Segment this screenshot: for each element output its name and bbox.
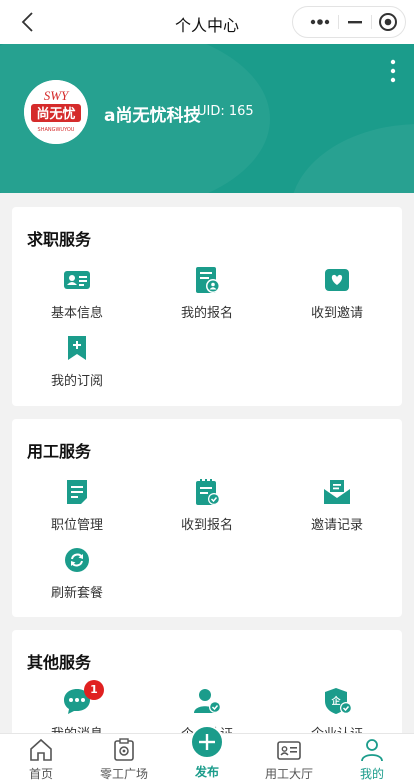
employer-item-label: 收到报名	[180, 518, 233, 533]
close-target-icon[interactable]	[373, 7, 403, 37]
clipboard-check-icon	[196, 479, 220, 505]
logo-icon: SWY 尚无忧 SHANGWUYOU	[24, 80, 88, 144]
job-item-received-invitations[interactable]: 收到邀请	[272, 265, 402, 321]
employer-item-refresh-package[interactable]: 刷新套餐	[12, 545, 142, 601]
svg-text:SHANGWUYOU: SHANGWUYOU	[38, 127, 75, 133]
job-item-label: 我的报名	[180, 306, 233, 321]
bookmark-plus-icon	[68, 336, 86, 360]
refresh-icon	[65, 548, 89, 572]
other-services-card: 其他服务 1 我的消息 个人认证 企 企业认证	[12, 630, 402, 742]
company-logo-avatar[interactable]: SWY 尚无忧 SHANGWUYOU	[24, 80, 88, 144]
person-verified-icon	[194, 689, 221, 713]
employer-services-card: 用工服务 职位管理 收到报名 邀请记录 刷新套餐	[12, 419, 402, 617]
enterprise-shield-icon: 企	[325, 688, 352, 714]
mail-tray-icon	[324, 480, 350, 504]
user-id: UID: 165	[197, 104, 254, 119]
user-name: a尚无忧科技	[104, 106, 201, 126]
home-icon	[30, 738, 52, 761]
section-title-other: 其他服务	[27, 653, 92, 672]
vertical-more-icon[interactable]	[388, 58, 398, 84]
employer-item-position-management[interactable]: 职位管理	[12, 477, 142, 533]
tab-plaza[interactable]: 零工广场	[83, 734, 165, 780]
tab-hall[interactable]: 用工大厅	[248, 734, 330, 780]
section-title-employer: 用工服务	[27, 442, 92, 461]
document-icon	[67, 480, 87, 504]
plaza-icon	[114, 738, 134, 761]
employer-item-received-applications[interactable]: 收到报名	[142, 477, 272, 533]
publish-button[interactable]	[190, 725, 224, 759]
job-services-card: 求职服务 基本信息 我的报名 收到邀请 我的订阅	[12, 207, 402, 406]
more-dots-icon[interactable]	[305, 7, 335, 37]
employer-item-label: 职位管理	[50, 518, 103, 533]
svg-text:SWY: SWY	[44, 88, 70, 103]
svg-text:尚无忧: 尚无忧	[36, 106, 75, 122]
tab-mine[interactable]: 我的	[331, 734, 413, 780]
job-item-label: 我的订阅	[50, 374, 103, 389]
job-item-label: 基本信息	[50, 306, 103, 321]
hall-icon	[277, 741, 301, 760]
unread-badge: 1	[84, 680, 104, 700]
application-icon	[196, 267, 220, 293]
minimize-icon[interactable]	[340, 7, 370, 37]
job-item-my-subscriptions[interactable]: 我的订阅	[12, 333, 142, 389]
employer-item-label: 邀请记录	[310, 518, 363, 533]
tab-home[interactable]: 首页	[0, 734, 82, 780]
job-item-label: 收到邀请	[310, 306, 363, 321]
navigation-bar: 个人中心	[0, 0, 414, 44]
user-icon	[361, 739, 383, 762]
id-card-icon	[64, 271, 90, 289]
plus-icon	[199, 734, 215, 750]
invitation-icon	[325, 269, 349, 291]
job-item-basic-info[interactable]: 基本信息	[12, 265, 142, 321]
employer-item-label: 刷新套餐	[50, 586, 103, 601]
profile-header: SWY 尚无忧 SHANGWUYOU a尚无忧科技 UID: 165	[0, 44, 414, 193]
section-title-job: 求职服务	[27, 230, 92, 249]
employer-item-invitation-records[interactable]: 邀请记录	[272, 477, 402, 533]
mini-program-capsule	[292, 6, 406, 38]
svg-text:企: 企	[330, 695, 341, 707]
job-item-my-applications[interactable]: 我的报名	[142, 265, 272, 321]
tab-publish-label: 发布	[194, 765, 219, 779]
